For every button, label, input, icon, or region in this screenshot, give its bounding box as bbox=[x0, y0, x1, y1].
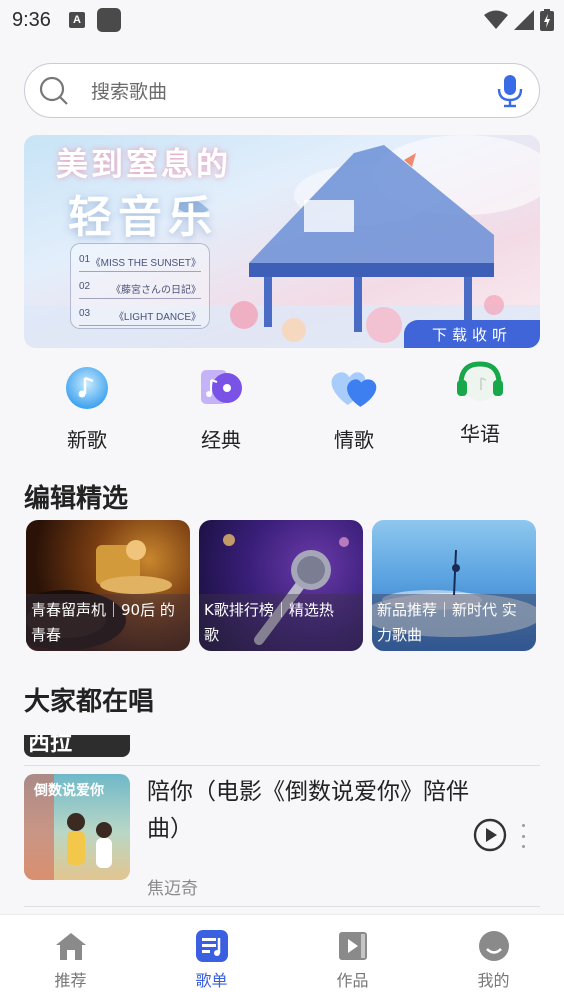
editor-picks-title: 编辑精选 bbox=[24, 484, 129, 514]
playlist-card[interactable]: 新品推荐｜新时代 实 力歌曲 bbox=[372, 520, 536, 651]
tab-label: 歌单 bbox=[195, 971, 228, 990]
song-row[interactable]: 倒数说爱你 陪你（电影《倒数说爱你》陪伴曲） 焦迈奇 bbox=[24, 774, 540, 899]
search-bar[interactable]: 搜索歌曲 bbox=[24, 63, 540, 118]
banner-track: 03 《LIGHT DANCE》 bbox=[79, 308, 201, 326]
play-icon[interactable] bbox=[473, 818, 507, 852]
search-icon bbox=[39, 76, 68, 105]
banner-track: 01 《MISS THE SUNSET》 bbox=[79, 254, 201, 272]
search-placeholder[interactable]: 搜索歌曲 bbox=[91, 77, 495, 104]
love-songs-icon bbox=[328, 362, 380, 414]
promo-banner[interactable]: 美到窒息的 轻音乐 01 《MISS THE SUNSET》 02 《藤宮さんの日記… bbox=[24, 135, 540, 348]
works-icon bbox=[336, 929, 370, 963]
playlist-icon bbox=[195, 929, 229, 963]
more-options-icon[interactable] bbox=[520, 824, 526, 848]
banner-title-line1: 美到窒息的 bbox=[56, 145, 232, 183]
wifi-icon bbox=[484, 10, 508, 29]
banner-title-line2: 轻音乐 bbox=[68, 192, 218, 243]
status-bar: 9:36 A bbox=[0, 0, 564, 40]
tab-recommend[interactable]: 推荐 bbox=[0, 915, 141, 1004]
song-cover-text: 倒数说爱你 bbox=[34, 783, 104, 799]
category-label: 情歌 bbox=[334, 428, 374, 452]
banner-tracklist: 01 《MISS THE SUNSET》 02 《藤宮さんの日記》 03 《LIGHT… bbox=[70, 243, 210, 329]
category-label: 华语 bbox=[460, 422, 500, 446]
tab-playlist[interactable]: 歌单 bbox=[141, 915, 282, 1004]
playlist-card[interactable]: K歌排行榜｜精选热 歌 bbox=[199, 520, 363, 651]
battery-icon bbox=[540, 9, 554, 31]
tab-label: 作品 bbox=[336, 971, 369, 990]
playlist-caption: K歌排行榜｜精选热 歌 bbox=[199, 594, 363, 651]
new-songs-icon bbox=[61, 362, 113, 414]
partial-cover-text: 西拉 bbox=[28, 735, 73, 756]
status-time: 9:36 bbox=[12, 8, 51, 31]
song-title[interactable]: 陪你（电影《倒数说爱你》陪伴曲） bbox=[147, 774, 477, 848]
category-chinese-songs[interactable]: 华语 bbox=[435, 356, 525, 447]
notification-a-icon: A bbox=[68, 12, 85, 28]
partial-song-cover[interactable]: 西拉 bbox=[24, 735, 130, 757]
chinese-songs-icon bbox=[454, 356, 506, 408]
playlist-caption: 新品推荐｜新时代 实 力歌曲 bbox=[372, 594, 536, 651]
home-icon bbox=[54, 929, 88, 963]
tab-label: 我的 bbox=[477, 971, 510, 990]
microphone-icon[interactable] bbox=[495, 74, 525, 108]
tab-label: 推荐 bbox=[54, 971, 87, 990]
playlist-caption: 青春留声机｜90后 的 青春 bbox=[26, 594, 190, 651]
category-label: 新歌 bbox=[67, 428, 107, 452]
bottom-tab-bar: 推荐 歌单 作品 我的 bbox=[0, 914, 564, 1004]
category-classics[interactable]: 经典 bbox=[176, 362, 266, 453]
banner-track: 02 《藤宮さんの日記》 bbox=[79, 281, 201, 299]
category-new-songs[interactable]: 新歌 bbox=[42, 362, 132, 453]
playlist-card[interactable]: 青春留声机｜90后 的 青春 bbox=[26, 520, 190, 651]
download-listen-button[interactable]: 下载收听 bbox=[404, 320, 540, 348]
divider bbox=[24, 906, 540, 907]
category-label: 经典 bbox=[201, 428, 241, 452]
profile-icon bbox=[477, 929, 511, 963]
editor-picks-list: 青春留声机｜90后 的 青春 K歌排行榜｜精选热 歌 新品推荐｜新时代 实 力歌… bbox=[24, 517, 540, 651]
category-row: 新歌 经典 情歌 华语 bbox=[0, 361, 564, 458]
everyone-sings-title: 大家都在唱 bbox=[24, 687, 155, 717]
signal-icon bbox=[514, 10, 534, 30]
classics-icon bbox=[195, 362, 247, 414]
category-love-songs[interactable]: 情歌 bbox=[309, 362, 399, 453]
tab-mine[interactable]: 我的 bbox=[423, 915, 564, 1004]
song-cover[interactable]: 倒数说爱你 bbox=[24, 774, 130, 880]
divider bbox=[24, 765, 540, 766]
tab-works[interactable]: 作品 bbox=[282, 915, 423, 1004]
song-artist: 焦迈奇 bbox=[147, 879, 198, 899]
notification-square-icon bbox=[96, 8, 121, 32]
